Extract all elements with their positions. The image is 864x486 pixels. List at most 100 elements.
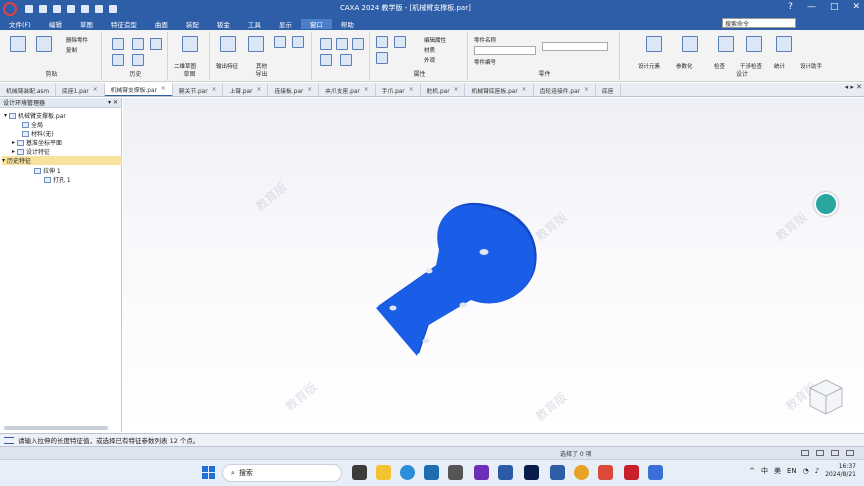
expand-icon[interactable]: ▸ [12,139,15,146]
check-icon[interactable] [718,36,734,52]
interference-icon[interactable] [746,36,762,52]
3d-viewport[interactable]: 教育版 教育版 教育版 教育版 教育版 教育版 [123,98,864,432]
expand-icon[interactable]: ▾ [4,112,7,119]
tree-node-design-features[interactable]: ▸ 设计特征 [12,147,50,156]
menu-edit[interactable]: 编辑 [40,19,71,29]
language-icon[interactable]: EN [787,467,797,475]
tab-scroll-arrows[interactable]: ◂ ▸ ✕ [845,83,862,91]
help-button[interactable]: ? [788,2,793,12]
close-icon[interactable]: × [584,87,589,93]
redo-icon[interactable] [95,4,103,13]
select-icon[interactable] [109,4,117,13]
taskview-icon[interactable] [352,465,367,480]
edit-properties-button[interactable]: 编辑属性 [424,36,446,44]
menu-tools[interactable]: 工具 [239,19,270,29]
menu-window[interactable]: 窗口 [300,18,332,29]
minimize-button[interactable]: — [807,2,816,12]
link-icon[interactable] [274,36,286,48]
tab-document-8[interactable]: 舵机.par × [421,83,466,96]
tree-node-extrude-1[interactable]: 拉伸 1 [34,166,61,175]
view-iso-icon[interactable] [320,54,332,66]
close-icon[interactable]: × [409,87,414,93]
grid-icon[interactable] [816,450,824,456]
tray-overflow-icon[interactable]: ^ [749,467,755,475]
app-icon[interactable] [498,465,513,480]
tree-node-global[interactable]: 全局 [22,120,43,129]
view-top-icon[interactable] [336,38,348,50]
wps-icon[interactable] [624,465,639,480]
save-icon[interactable] [53,4,61,13]
copy-button[interactable]: 复制 [66,46,77,54]
close-button[interactable]: ✕ [852,2,860,12]
statistics-icon[interactable] [776,36,792,52]
close-icon[interactable]: × [257,87,262,93]
tab-document-0[interactable]: 机械臂装配.asm [0,83,57,96]
tree-node-hole-1[interactable]: 打孔 1 [44,175,71,184]
tab-document-10[interactable]: 齿轮连接件.par × [534,83,596,96]
tab-document-6[interactable]: 夹爪支座.par × [319,83,376,96]
menu-sketch[interactable]: 草图 [71,19,102,29]
parametric-icon[interactable] [682,36,698,52]
menu-surface[interactable]: 曲面 [146,19,177,29]
clock[interactable]: 16:37 2024/8/21 [825,463,856,479]
ortho-icon[interactable] [831,450,839,456]
expand-icon[interactable]: ▾ [2,157,5,164]
edge-icon[interactable] [400,465,415,480]
tab-document-9[interactable]: 机械臂底座板.par × [465,83,534,96]
light-icon[interactable] [376,52,388,64]
volume-icon[interactable]: ♪ [815,467,819,475]
tab-document-1[interactable]: 底座1.par × [56,83,105,96]
maximize-button[interactable]: □ [830,2,839,12]
part-model[interactable] [123,98,864,432]
panel-pin-icon[interactable]: ▾ ✕ [108,99,118,106]
close-icon[interactable]: × [161,86,166,92]
texture-icon[interactable] [394,36,406,48]
visualstudio-icon[interactable] [474,465,489,480]
appearance-button[interactable]: 外观 [424,56,435,64]
command-search-input[interactable]: 搜索命令 [722,18,796,28]
menu-display[interactable]: 显示 [270,19,301,29]
support-plate[interactable] [376,202,537,356]
view-fit-icon[interactable] [340,54,352,66]
design-element-icon[interactable] [646,36,662,52]
tab-document-7[interactable]: 手爪.par × [376,83,421,96]
new-file-icon[interactable] [25,4,33,13]
tree-scrollbar[interactable] [4,426,108,430]
measure-icon[interactable] [292,36,304,48]
sketch-icon[interactable] [182,36,198,52]
close-icon[interactable]: × [364,87,369,93]
menu-help[interactable]: 帮助 [332,19,363,29]
forward-icon[interactable] [150,38,162,50]
view-front-icon[interactable] [320,38,332,50]
chrome-icon[interactable] [574,465,589,480]
menu-file[interactable]: 文件(F) [0,19,40,29]
assistant-mascot-icon[interactable] [814,192,838,216]
tab-document-5[interactable]: 连接板.par × [268,83,320,96]
start-menu-icon[interactable] [202,466,215,479]
color-icon[interactable] [376,36,388,48]
ime-icon[interactable]: 中 [761,466,768,476]
menu-sheetmetal[interactable]: 钣金 [208,19,239,29]
material-button[interactable]: 材质 [424,46,435,54]
app-icon[interactable] [598,465,613,480]
view-side-icon[interactable] [352,38,364,50]
tab-document-4[interactable]: 上臂.par × [223,83,269,96]
tab-document-11[interactable]: 底座 [596,83,621,96]
tree-node-history[interactable]: ▾ 历史特征 [2,156,122,165]
tab-document-3[interactable]: 腕关节.par × [173,83,224,96]
open-file-icon[interactable] [39,4,47,13]
close-icon[interactable]: × [454,87,459,93]
app-logo-icon[interactable] [3,1,17,16]
settings-icon[interactable] [846,450,854,456]
close-icon[interactable]: × [212,87,217,93]
store-icon[interactable] [424,465,439,480]
paste-icon[interactable] [10,36,26,52]
print-icon[interactable] [67,4,75,13]
photoshop-icon[interactable] [524,465,539,480]
tab-document-2[interactable]: 机械臂支撑板.par × [104,83,173,96]
app-icon[interactable] [648,465,663,480]
caxa-icon[interactable] [550,465,565,480]
export-icon[interactable] [220,36,236,52]
close-icon[interactable]: × [522,87,527,93]
menu-assembly[interactable]: 装配 [177,19,208,29]
